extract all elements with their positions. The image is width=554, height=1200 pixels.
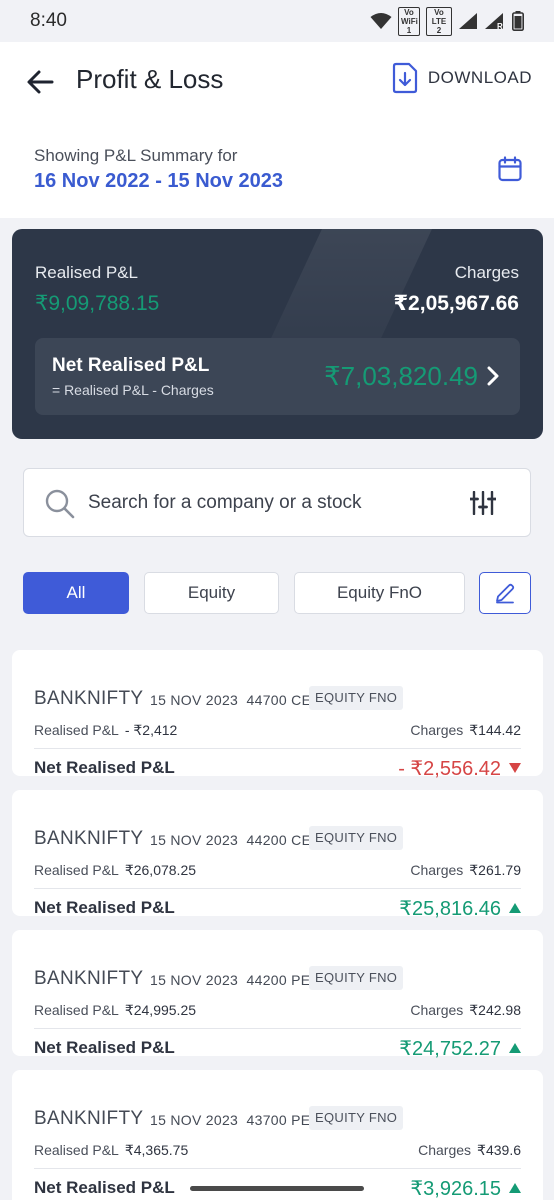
trade-contract: 15 NOV 2023 44200 CE [150, 832, 312, 848]
search-icon [45, 489, 75, 519]
trade-card[interactable]: BANKNIFTY 15 NOV 2023 44200 PE EQUITY FN… [12, 930, 543, 1060]
pnl-summary-card: Realised P&L ₹9,09,788.15 Charges ₹2,05,… [12, 229, 543, 439]
trade-realised-pnl: Realised P&L ₹26,078.25 [34, 862, 197, 878]
trade-net-value: ₹24,752.27 [399, 1038, 501, 1060]
divider [34, 1168, 521, 1169]
calendar-icon[interactable] [498, 156, 522, 182]
segment-badge: EQUITY FNO [309, 686, 404, 710]
segment-badge: EQUITY FNO [309, 1106, 404, 1130]
trade-net-label: Net Realised P&L [34, 1038, 175, 1057]
trade-contract: 15 NOV 2023 44200 PE [150, 972, 311, 988]
trade-realised-pnl: Realised P&L ₹4,365.75 [34, 1142, 189, 1158]
trade-card[interactable]: BANKNIFTY 15 NOV 2023 44200 CE EQUITY FN… [12, 790, 543, 920]
home-indicator[interactable] [190, 1186, 364, 1191]
trade-net-label: Net Realised P&L [34, 758, 175, 777]
charges-value: ₹2,05,967.66 [393, 292, 519, 315]
trade-net-value: ₹3,926.15 [410, 1178, 501, 1200]
realised-pnl-value: ₹9,09,788.15 [35, 292, 160, 315]
search-bar[interactable]: Search for a company or a stock [23, 468, 531, 537]
charges-label: Charges [454, 263, 519, 282]
svg-text:R: R [497, 22, 503, 30]
download-button[interactable]: DOWNLOAD [392, 62, 532, 94]
trade-list: BANKNIFTY 15 NOV 2023 44700 CE EQUITY FN… [0, 632, 554, 1200]
filter-tab-equity-fno[interactable]: Equity FnO [294, 572, 465, 614]
trade-card[interactable]: BANKNIFTY 15 NOV 2023 44700 CE EQUITY FN… [12, 650, 543, 780]
edit-filters-button[interactable] [479, 572, 531, 614]
vowifi-tag: Vo WiFi 1 [398, 6, 420, 36]
triangle-down-icon [509, 763, 521, 773]
trade-net-label: Net Realised P&L [34, 1178, 175, 1197]
trade-symbol: BANKNIFTY [34, 688, 144, 709]
signal-roaming-icon: R [485, 13, 503, 30]
realised-pnl-label: Realised P&L [35, 263, 139, 282]
trade-contract: 15 NOV 2023 43700 PE [150, 1112, 311, 1128]
wifi-icon [370, 13, 392, 29]
trade-realised-pnl: Realised P&L - ₹2,412 [34, 722, 178, 738]
download-icon [392, 62, 417, 94]
triangle-up-icon [509, 903, 521, 913]
trade-realised-pnl: Realised P&L ₹24,995.25 [34, 1002, 197, 1018]
divider [34, 748, 521, 749]
trade-symbol: BANKNIFTY [34, 968, 144, 989]
segment-badge: EQUITY FNO [309, 826, 404, 850]
trade-net-value: - ₹2,556.42 [398, 758, 501, 780]
triangle-up-icon [509, 1183, 521, 1193]
triangle-up-icon [509, 1043, 521, 1053]
date-range[interactable]: 16 Nov 2022 - 15 Nov 2023 [34, 170, 283, 193]
volte-tag: Vo LTE 2 [426, 6, 452, 36]
trade-contract: 15 NOV 2023 44700 CE [150, 692, 312, 708]
summary-label: Showing P&L Summary for [34, 146, 238, 165]
trade-net-value: ₹25,816.46 [399, 898, 501, 920]
page-header: Profit & Loss DOWNLOAD Showing P&L Summa… [0, 42, 554, 218]
page-title: Profit & Loss [76, 64, 224, 94]
filter-tab-equity[interactable]: Equity [144, 572, 279, 614]
net-realised-pnl-box[interactable]: Net Realised P&L = Realised P&L - Charge… [35, 338, 520, 415]
status-time: 8:40 [30, 10, 67, 31]
signal-icon [459, 13, 477, 29]
trade-charges: Charges ₹242.98 [410, 1002, 521, 1018]
chevron-right-icon [487, 366, 499, 386]
trade-card[interactable]: BANKNIFTY 15 NOV 2023 43700 PE EQUITY FN… [12, 1070, 543, 1200]
status-icons: Vo WiFi 1 Vo LTE 2 R [370, 6, 524, 36]
battery-icon [512, 11, 524, 31]
net-realised-pnl-formula: = Realised P&L - Charges [52, 382, 214, 398]
filter-tab-all[interactable]: All [23, 572, 129, 614]
download-label: DOWNLOAD [427, 68, 532, 87]
pencil-icon [496, 583, 515, 604]
divider [34, 888, 521, 889]
divider [34, 1028, 521, 1029]
status-bar: 8:40 Vo WiFi 1 Vo LTE 2 R [0, 0, 554, 42]
trade-symbol: BANKNIFTY [34, 828, 144, 849]
net-realised-pnl-label: Net Realised P&L [52, 355, 210, 376]
net-realised-pnl-value: ₹7,03,820.49 [324, 361, 478, 391]
search-input[interactable]: Search for a company or a stock [88, 492, 362, 514]
trade-symbol: BANKNIFTY [34, 1108, 144, 1129]
trade-charges: Charges ₹261.79 [410, 862, 521, 878]
trade-net-label: Net Realised P&L [34, 898, 175, 917]
segment-badge: EQUITY FNO [309, 966, 404, 990]
trade-charges: Charges ₹439.6 [418, 1142, 521, 1158]
filter-sliders-icon[interactable] [470, 491, 496, 515]
back-arrow-icon[interactable] [24, 66, 56, 98]
trade-charges: Charges ₹144.42 [410, 722, 521, 738]
